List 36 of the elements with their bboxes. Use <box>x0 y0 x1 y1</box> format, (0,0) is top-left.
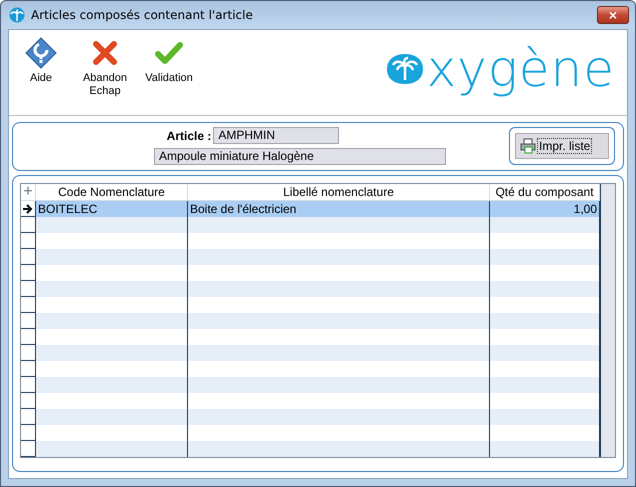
row-header[interactable] <box>21 409 36 425</box>
arrow-icon <box>23 204 33 214</box>
table-cell: BOITELEC <box>36 201 188 217</box>
article-description-field[interactable]: Ampoule miniature Halogène <box>154 148 446 165</box>
row-header[interactable] <box>21 393 36 409</box>
row-header[interactable] <box>21 441 36 457</box>
article-label: Article : <box>166 128 212 142</box>
logo-text: xygène <box>426 44 615 94</box>
row-header[interactable] <box>21 201 36 217</box>
check-icon <box>155 41 183 65</box>
toolbar-button[interactable]: Aide <box>13 36 69 85</box>
toolbar-button[interactable]: Validation <box>141 36 197 85</box>
close-icon <box>92 40 118 66</box>
row-header[interactable] <box>21 297 36 313</box>
printer-icon <box>520 138 536 154</box>
help-icon <box>25 37 57 69</box>
row-header[interactable] <box>21 217 36 233</box>
article-code-field[interactable]: AMPHMIN <box>213 127 340 144</box>
row-header[interactable] <box>21 377 36 393</box>
table-cell: 1,00 <box>490 201 600 217</box>
window-title: Articles composés contenant l'article <box>31 8 254 22</box>
row-header[interactable] <box>21 281 36 297</box>
print-list-button[interactable]: Impr. liste <box>515 133 609 159</box>
toolbar-button[interactable]: Abandon Echap <box>77 36 133 98</box>
row-header[interactable] <box>21 361 36 377</box>
row-header[interactable] <box>21 313 36 329</box>
row-header[interactable] <box>21 265 36 281</box>
row-header[interactable] <box>21 425 36 441</box>
palm-logo-icon <box>384 52 425 86</box>
close-button[interactable]: × <box>597 6 629 24</box>
row-header[interactable] <box>21 345 36 361</box>
row-header[interactable] <box>21 233 36 249</box>
table-cell: Boite de l'électricien <box>188 201 490 217</box>
row-header[interactable] <box>21 329 36 345</box>
row-header[interactable] <box>21 249 36 265</box>
palm-icon <box>9 7 25 23</box>
